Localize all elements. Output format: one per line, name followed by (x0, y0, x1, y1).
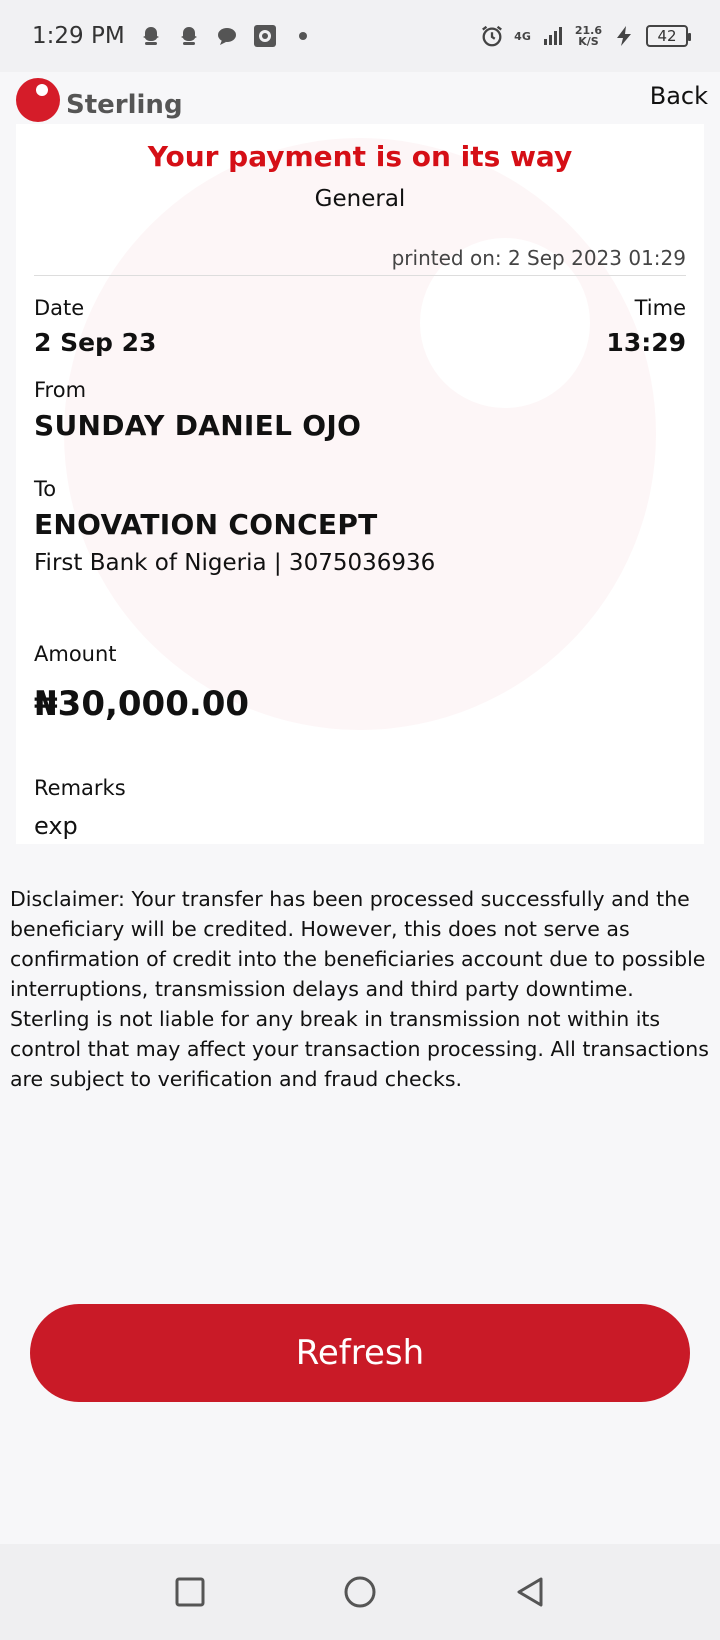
data-speed: 21.6 K/S (575, 25, 602, 47)
network-type: 4G (514, 29, 531, 43)
time-label: Time (634, 296, 686, 320)
beneficiary-bank-account: First Bank of Nigeria | 3075036936 (34, 550, 436, 576)
time-value: 13:29 (606, 328, 686, 357)
chat-icon (215, 24, 239, 48)
sterling-logo: Sterling (16, 78, 183, 122)
beneficiary-name: ENOVATION CONCEPT (34, 508, 378, 541)
receipt-card: Your payment is on its way General print… (16, 124, 704, 844)
disclaimer-text: Disclaimer: Your transfer has been proce… (10, 887, 709, 1091)
amount-value: ₦30,000.00 (34, 684, 250, 724)
back-nav-icon[interactable] (510, 1572, 550, 1612)
to-label: To (34, 477, 57, 501)
battery-icon: 42 (646, 25, 691, 47)
divider (34, 275, 686, 276)
camera-icon (253, 24, 277, 48)
status-time: 1:29 PM (32, 23, 125, 49)
charging-icon (612, 24, 636, 48)
status-bar-left: 1:29 PM (32, 23, 315, 49)
system-nav-bar (0, 1544, 720, 1640)
logo-mark-icon (16, 78, 60, 122)
from-label: From (34, 378, 87, 402)
status-bar-right: 4G 21.6 K/S 42 (480, 24, 691, 48)
signal-icon (541, 24, 565, 48)
back-button[interactable]: Back (650, 82, 708, 110)
alarm-icon (480, 24, 504, 48)
receipt-category: General (314, 186, 406, 212)
recents-icon[interactable] (170, 1572, 210, 1612)
remarks-label: Remarks (34, 776, 126, 800)
data-speed-unit: K/S (578, 35, 599, 48)
date-label: Date (34, 296, 85, 320)
snapchat-icon (177, 24, 201, 48)
receipt-headline: Your payment is on its way (147, 140, 573, 173)
dot-icon (291, 24, 315, 48)
remarks-value: exp (34, 812, 78, 840)
app-header: Sterling Back (0, 72, 720, 124)
date-value: 2 Sep 23 (34, 328, 157, 357)
refresh-button[interactable]: Refresh (30, 1304, 690, 1402)
printed-on: printed on: 2 Sep 2023 01:29 (391, 246, 686, 270)
home-icon[interactable] (340, 1572, 380, 1612)
sender-name: SUNDAY DANIEL OJO (34, 409, 362, 442)
status-bar: 1:29 PM 4G 21.6 K/S 42 (0, 0, 720, 72)
amount-label: Amount (34, 642, 117, 666)
logo-text: Sterling (66, 90, 183, 120)
snapchat-icon (139, 24, 163, 48)
